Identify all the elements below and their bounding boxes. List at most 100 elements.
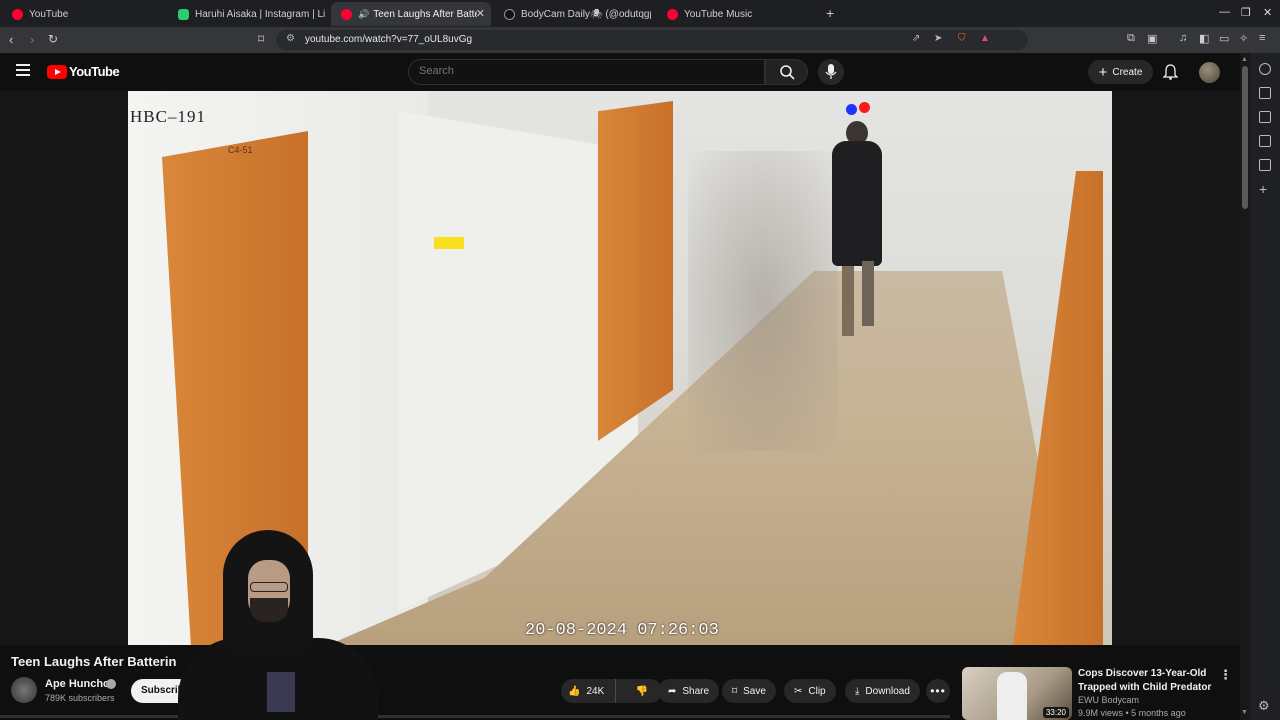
scrollbar-thumb[interactable] [1242, 66, 1248, 209]
media-icon[interactable]: ♫ [1179, 32, 1187, 44]
more-actions-button[interactable]: ••• [926, 679, 950, 703]
speaker-icon[interactable]: 🔊 [358, 9, 369, 20]
forward-icon[interactable]: › [30, 32, 34, 47]
recommended-channel[interactable]: EWU Bodycam [1078, 695, 1139, 705]
tab-tiktok[interactable]: BodyCam Daily🕷 (@odutqgp71 [494, 2, 654, 26]
search-button[interactable] [765, 59, 808, 85]
recommended-thumbnail[interactable]: 33:20 [962, 667, 1072, 720]
tracking-marker-blue [846, 104, 857, 115]
orange-door [598, 101, 673, 441]
share-label: Share [682, 685, 710, 697]
maximize-icon[interactable]: ❐ [1241, 6, 1251, 19]
more-dots-icon: ••• [930, 684, 946, 698]
channel-avatar[interactable] [11, 677, 37, 703]
wallet-panel-icon[interactable] [1259, 111, 1271, 123]
create-button[interactable]: + Create [1088, 60, 1153, 84]
menu-icon[interactable]: ≡ [1259, 32, 1265, 44]
create-label: Create [1112, 66, 1143, 78]
wallet-icon[interactable]: ▣ [1147, 32, 1157, 45]
hamburger-menu-icon[interactable] [16, 64, 30, 76]
search-icon [780, 65, 795, 80]
clip-button[interactable]: ✂ Clip [784, 679, 836, 703]
warning-sign [434, 237, 464, 249]
voice-search-button[interactable] [818, 59, 844, 85]
download-label: Download [865, 685, 910, 697]
close-tab-icon[interactable]: ✕ [476, 7, 485, 20]
microphone-icon [825, 64, 837, 79]
recommended-title[interactable]: Cops Discover 13-Year-Old Trapped with C… [1078, 667, 1218, 695]
video-duration: 33:20 [1042, 707, 1069, 718]
open-in-app-icon[interactable]: ⇗ [912, 33, 920, 44]
wallet-alt-icon[interactable]: ▭ [1219, 32, 1229, 45]
tiktok-icon [504, 8, 515, 20]
like-dislike-group: 👍 24K 👎 [561, 679, 662, 703]
share-icon: ➦ [668, 685, 677, 697]
search-box[interactable] [408, 59, 765, 85]
shield-icon[interactable]: ⛉ [958, 33, 966, 44]
share-button[interactable]: ➦ Share [658, 679, 720, 703]
download-button[interactable]: ⤓ Download [845, 679, 920, 703]
close-window-icon[interactable]: ✕ [1263, 6, 1272, 19]
tab-youtube[interactable]: YouTube [2, 2, 168, 26]
download-icon: ⤓ [855, 685, 860, 697]
door-number: C4-51 [228, 145, 253, 155]
youtube-music-icon [667, 8, 678, 20]
settings-gear-icon[interactable]: ⚙ [1258, 698, 1270, 714]
reading-list-icon[interactable] [1259, 87, 1271, 99]
video-title: Teen Laughs After Battering [11, 654, 176, 669]
tab-title: BodyCam Daily🕷 (@odutqgp71 [521, 8, 651, 20]
browser-side-panel: + ⚙ [1250, 53, 1280, 720]
linktree-icon [178, 8, 189, 20]
tab-youtube-music[interactable]: YouTube Music [657, 2, 817, 26]
browser-toolbar: ‹ › ↻ ⌑ ⚙ youtube.com/watch?v=77_oUL8uvG… [0, 27, 1280, 53]
tab-title: YouTube Music [684, 8, 753, 20]
save-button[interactable]: ⌑ Save [722, 679, 776, 703]
youtube-icon [12, 8, 23, 20]
scissors-icon: ✂ [794, 685, 803, 697]
youtube-logo[interactable]: YouTube [47, 64, 120, 79]
bookmark-icon[interactable]: ⌑ [258, 32, 264, 46]
bookmarks-icon[interactable] [1259, 135, 1271, 147]
subscriber-count: 789K subscribers [45, 693, 115, 703]
recommended-meta: 9.9M views • 5 months ago [1078, 708, 1186, 718]
streamer-webcam-overlay [178, 530, 378, 720]
divider [0, 715, 950, 718]
site-info-icon[interactable]: ⚙ [286, 33, 295, 44]
add-panel-icon[interactable]: + [1259, 181, 1267, 197]
logo-text: YouTube [69, 64, 120, 79]
thumbs-down-icon: 👎 [635, 685, 649, 697]
history-icon[interactable] [1259, 159, 1271, 171]
extensions-icon[interactable]: ⧉ [1127, 32, 1135, 45]
search-input[interactable] [419, 65, 749, 77]
reload-icon[interactable]: ↻ [48, 32, 58, 46]
channel-name[interactable]: Ape Huncho [45, 678, 110, 690]
camera-id: HBC–191 [130, 107, 206, 126]
back-icon[interactable]: ‹ [9, 32, 13, 47]
address-bar[interactable]: ⚙ youtube.com/watch?v=77_oUL8uvGg ⇗ ➤ ⛉ … [276, 30, 1028, 50]
tab-current-video[interactable]: 🔊 Teen Laughs After Batteri ✕ [331, 2, 491, 26]
more-options-icon[interactable]: ⋮ [1219, 667, 1232, 683]
youtube-icon [341, 8, 352, 20]
send-icon[interactable]: ➤ [934, 33, 942, 44]
scroll-down-icon[interactable]: ▼ [1241, 709, 1248, 716]
notifications-bell-icon[interactable] [1163, 64, 1178, 80]
new-tab-icon[interactable]: + [826, 5, 834, 21]
sidebar-icon[interactable]: ◧ [1199, 32, 1209, 45]
url-text[interactable]: youtube.com/watch?v=77_oUL8uvGg [305, 34, 472, 45]
minimize-icon[interactable]: — [1219, 6, 1230, 18]
blurred-region [688, 151, 838, 451]
save-label: Save [743, 685, 766, 697]
clip-label: Clip [808, 685, 826, 697]
account-avatar[interactable] [1199, 62, 1220, 83]
thumbs-up-icon: 👍 [568, 685, 581, 697]
scroll-up-icon[interactable]: ▲ [1241, 56, 1248, 63]
tab-instagram-linktree[interactable]: Haruhi Aisaka | Instagram | Lin [168, 2, 328, 26]
leo-icon[interactable] [1259, 63, 1271, 75]
video-timestamp: 20-08-2024 07:26:03 [525, 621, 719, 640]
rewards-icon[interactable]: ▲ [980, 33, 990, 44]
leo-ai-icon[interactable]: ✧ [1239, 32, 1248, 45]
plus-icon: + [1098, 63, 1108, 81]
like-button[interactable]: 👍 24K [561, 679, 616, 703]
dislike-button[interactable]: 👎 [622, 679, 662, 703]
tab-title: Haruhi Aisaka | Instagram | Lin [195, 8, 325, 20]
